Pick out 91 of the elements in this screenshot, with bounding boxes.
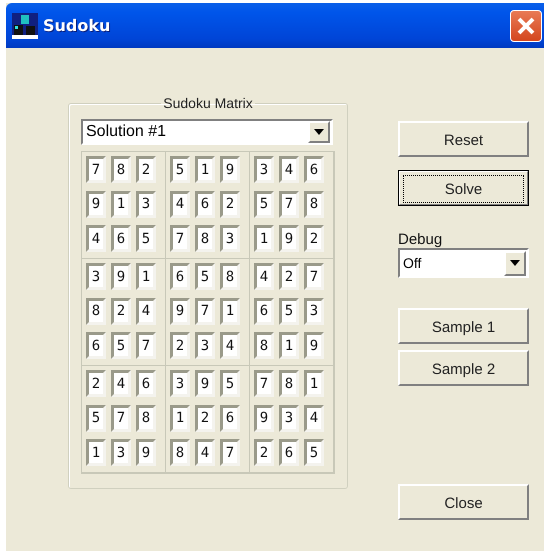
number-field[interactable]: 3 <box>279 404 299 432</box>
push-button[interactable]: Solve <box>398 170 529 206</box>
number-field[interactable]: 7 <box>195 298 215 325</box>
number-field[interactable]: 7 <box>220 439 240 466</box>
group-title: Sudoku Matrix <box>162 95 254 111</box>
number-field[interactable]: 8 <box>254 332 274 360</box>
number-field[interactable]: 3 <box>195 332 215 360</box>
number-field[interactable]: 7 <box>86 156 106 183</box>
number-field[interactable]: 6 <box>86 332 106 360</box>
number-field[interactable]: 1 <box>304 370 324 397</box>
number-field[interactable]: 5 <box>195 263 215 290</box>
number-field[interactable]: 3 <box>304 298 324 325</box>
number-field[interactable]: 1 <box>279 332 299 360</box>
number-field[interactable]: 3 <box>220 225 240 252</box>
push-button[interactable]: Reset <box>398 121 529 157</box>
number-field[interactable]: 9 <box>220 156 240 183</box>
number-field[interactable]: 1 <box>195 156 215 183</box>
number-field[interactable]: 9 <box>304 332 324 360</box>
number-field[interactable]: 6 <box>111 225 131 252</box>
number-field[interactable]: 1 <box>111 190 131 218</box>
number-field[interactable]: 2 <box>136 156 156 183</box>
push-button[interactable]: Sample 2 <box>398 350 529 386</box>
number-field[interactable]: 1 <box>220 298 240 325</box>
number-field[interactable]: 9 <box>170 298 190 325</box>
number-field[interactable]: 8 <box>279 370 299 397</box>
number-field[interactable]: 8 <box>170 439 190 466</box>
number-field[interactable]: 3 <box>136 190 156 218</box>
solution-dropdown[interactable]: Solution #1 <box>81 119 333 145</box>
number-field[interactable]: 9 <box>111 263 131 290</box>
number-field[interactable]: 5 <box>254 190 274 218</box>
number-field[interactable]: 8 <box>195 225 215 252</box>
number-field[interactable]: 4 <box>195 439 215 466</box>
number-field[interactable]: 8 <box>220 263 240 290</box>
number-field[interactable]: 9 <box>86 190 106 218</box>
number-field[interactable]: 5 <box>220 370 240 397</box>
number-field[interactable]: 7 <box>111 404 131 432</box>
number-field[interactable]: 2 <box>86 370 106 397</box>
number-field[interactable]: 2 <box>279 263 299 290</box>
number-field[interactable]: 1 <box>136 263 156 290</box>
number-field[interactable]: 7 <box>254 370 274 397</box>
number-field[interactable]: 7 <box>136 332 156 360</box>
number-field[interactable]: 2 <box>254 439 274 466</box>
close-button[interactable]: Close <box>398 484 529 520</box>
number-field[interactable]: 2 <box>111 298 131 325</box>
number-field[interactable]: 4 <box>254 263 274 290</box>
number-field[interactable]: 8 <box>136 404 156 432</box>
number-field[interactable]: 1 <box>254 225 274 252</box>
number-field[interactable]: 2 <box>170 332 190 360</box>
number-field[interactable]: 7 <box>170 225 190 252</box>
number-field[interactable]: 5 <box>86 404 106 432</box>
number-field[interactable]: 1 <box>170 404 190 432</box>
number-field[interactable]: 9 <box>254 404 274 432</box>
number-field[interactable]: 6 <box>195 190 215 218</box>
number-field[interactable]: 1 <box>86 439 106 466</box>
number-field[interactable]: 9 <box>136 439 156 466</box>
number-field[interactable]: 5 <box>170 156 190 183</box>
number-field[interactable]: 9 <box>195 370 215 397</box>
number-field[interactable]: 8 <box>111 156 131 183</box>
number-field[interactable]: 5 <box>136 225 156 252</box>
number-field[interactable]: 5 <box>304 439 324 466</box>
number-field[interactable]: 6 <box>279 439 299 466</box>
number-field[interactable]: 3 <box>254 156 274 183</box>
number-field[interactable]: 3 <box>170 370 190 397</box>
number-field[interactable]: 2 <box>220 190 240 218</box>
number-field[interactable]: 6 <box>170 263 190 290</box>
number-field[interactable]: 9 <box>279 225 299 252</box>
number-field[interactable]: 7 <box>304 263 324 290</box>
number-field[interactable]: 4 <box>136 298 156 325</box>
number-field[interactable]: 2 <box>195 404 215 432</box>
number-field[interactable]: 7 <box>279 190 299 218</box>
number-field[interactable]: 4 <box>111 370 131 397</box>
number-field[interactable]: 4 <box>279 156 299 183</box>
number-field[interactable]: 2 <box>304 225 324 252</box>
number-field[interactable]: 6 <box>254 298 274 325</box>
number-field[interactable]: 3 <box>86 263 106 290</box>
number-field[interactable]: 8 <box>86 298 106 325</box>
debug-label: Debug <box>398 231 444 248</box>
number-field[interactable]: 5 <box>279 298 299 325</box>
push-button[interactable]: Sample 1 <box>398 308 529 344</box>
number-field[interactable]: 3 <box>111 439 131 466</box>
number-field[interactable]: 6 <box>220 404 240 432</box>
number-field[interactable]: 4 <box>220 332 240 360</box>
number-field[interactable]: 6 <box>136 370 156 397</box>
number-field[interactable]: 6 <box>304 156 324 183</box>
window-title: Sudoku <box>43 16 110 35</box>
number-field[interactable]: 4 <box>304 404 324 432</box>
debug-dropdown[interactable]: Off <box>398 248 529 278</box>
number-field[interactable]: 4 <box>86 225 106 252</box>
number-field[interactable]: 8 <box>304 190 324 218</box>
number-field[interactable]: 4 <box>170 190 190 218</box>
number-field[interactable]: 5 <box>111 332 131 360</box>
